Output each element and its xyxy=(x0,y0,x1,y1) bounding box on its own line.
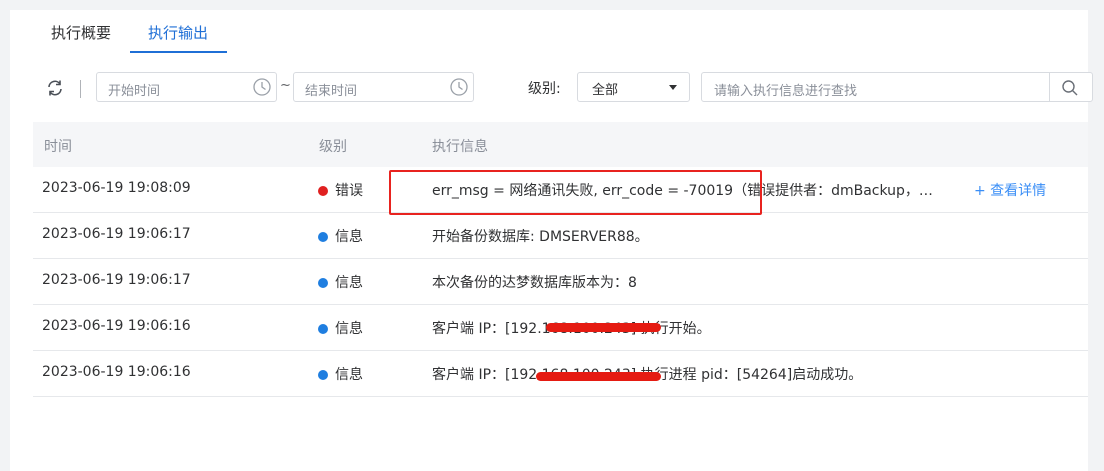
row-level-text: 信息 xyxy=(335,275,363,291)
row-time: 2023-06-19 19:06:17 xyxy=(42,272,191,288)
row-time: 2023-06-19 19:06:17 xyxy=(42,226,191,242)
view-details-link[interactable]: + 查看详情 xyxy=(974,180,1046,200)
clock-icon[interactable] xyxy=(252,77,272,97)
row-time: 2023-06-19 19:06:16 xyxy=(42,364,191,380)
start-time-placeholder: 开始时间 xyxy=(108,84,161,99)
row-level: 信息 xyxy=(318,226,363,246)
header-time: 时间 xyxy=(44,139,72,155)
tab-execution-output[interactable]: 执行输出 xyxy=(148,22,208,43)
level-select-value: 全部 xyxy=(592,83,619,98)
end-time-input[interactable]: 结束时间 xyxy=(293,72,474,102)
info-status-dot xyxy=(318,370,328,380)
start-time-input[interactable]: 开始时间 xyxy=(96,72,277,102)
row-level-text: 信息 xyxy=(335,367,363,383)
row-level: 信息 xyxy=(318,364,363,384)
row-level-text: 信息 xyxy=(335,321,363,337)
info-status-dot xyxy=(318,232,328,242)
info-status-dot xyxy=(318,278,328,288)
table-header: 时间 级别 执行信息 xyxy=(33,122,1088,167)
execution-panel: 执行概要 执行输出 开始时间 ~ 结束时间 级别: 全部 请输入执行信息进行查找… xyxy=(10,10,1093,471)
message-search: 请输入执行信息进行查找 xyxy=(701,72,1093,102)
header-message: 执行信息 xyxy=(432,139,488,155)
search-icon[interactable] xyxy=(1061,79,1079,97)
tab-execution-summary[interactable]: 执行概要 xyxy=(51,22,111,43)
info-status-dot xyxy=(318,324,328,334)
row-level: 信息 xyxy=(318,272,363,292)
row-time: 2023-06-19 19:08:09 xyxy=(42,180,191,196)
level-select[interactable]: 全部 xyxy=(577,72,690,102)
table-row: 2023-06-19 19:06:17 信息 本次备份的达梦数据库版本为：8 xyxy=(33,259,1088,305)
table-row: 2023-06-19 19:06:17 信息 开始备份数据库: DMSERVER… xyxy=(33,213,1088,259)
error-status-dot xyxy=(318,186,328,196)
row-level: 信息 xyxy=(318,318,363,338)
header-level: 级别 xyxy=(319,139,347,155)
row-level-text: 信息 xyxy=(335,229,363,245)
tab-bar: 执行概要 执行输出 xyxy=(10,10,1088,54)
end-time-placeholder: 结束时间 xyxy=(305,84,358,99)
redaction-mark xyxy=(536,372,661,381)
row-level: 错误 xyxy=(318,180,363,200)
row-message: 开始备份数据库: DMSERVER88。 xyxy=(432,229,649,245)
toolbar-divider xyxy=(80,80,81,98)
table-row: 2023-06-19 19:06:16 信息 客户端 IP：[192.168.1… xyxy=(33,351,1088,397)
redaction-mark xyxy=(546,323,661,332)
clock-icon[interactable] xyxy=(449,77,469,97)
row-level-text: 错误 xyxy=(335,183,363,199)
error-highlight-box xyxy=(389,170,762,215)
range-separator: ~ xyxy=(280,78,291,93)
row-time: 2023-06-19 19:06:16 xyxy=(42,318,191,334)
level-filter-label: 级别: xyxy=(528,81,561,97)
table-row: 2023-06-19 19:06:16 信息 客户端 IP：[192.168.1… xyxy=(33,305,1088,351)
filter-toolbar: 开始时间 ~ 结束时间 级别: 全部 请输入执行信息进行查找 xyxy=(10,72,1093,104)
search-input[interactable]: 请输入执行信息进行查找 xyxy=(714,80,857,99)
refresh-icon[interactable] xyxy=(45,78,65,98)
row-message: 本次备份的达梦数据库版本为：8 xyxy=(432,275,637,291)
search-divider xyxy=(1049,73,1050,101)
caret-down-icon xyxy=(669,85,677,90)
active-tab-indicator xyxy=(130,51,227,53)
